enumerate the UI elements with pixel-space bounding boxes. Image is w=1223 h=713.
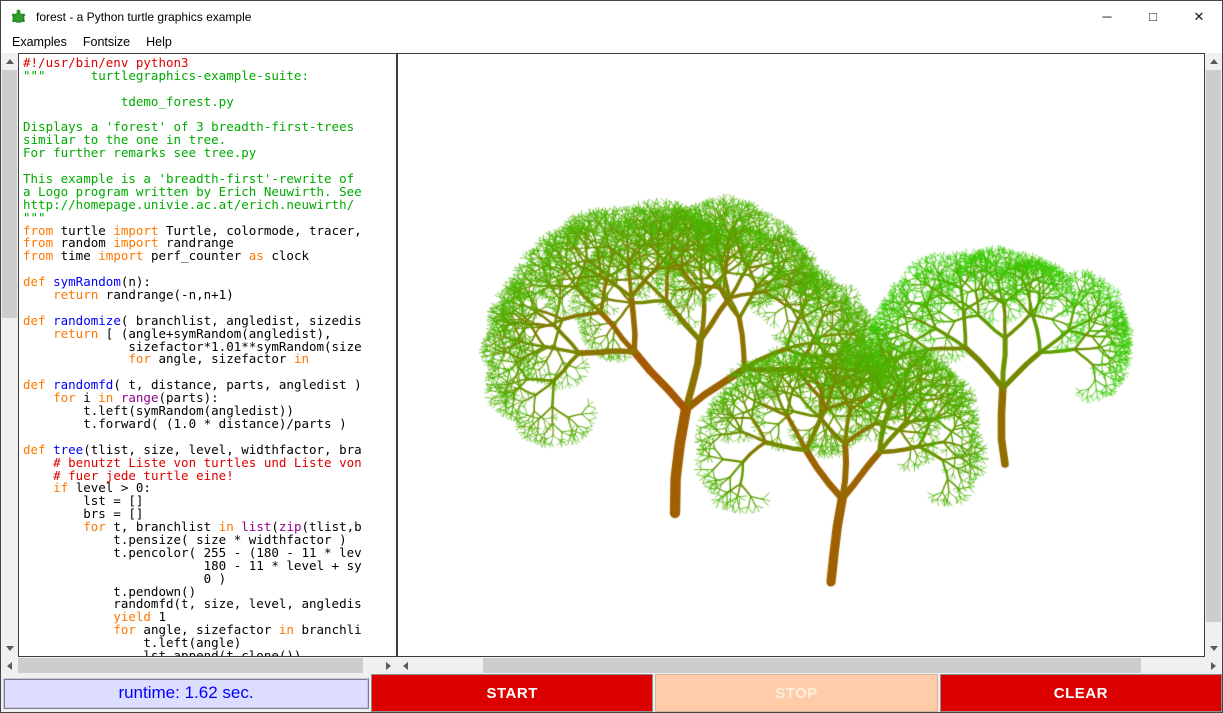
start-button[interactable]: START: [371, 674, 653, 712]
code-line: return randrange(-n,n+1): [23, 289, 396, 302]
code-area: #!/usr/bin/env python3""" turtlegraphics…: [23, 57, 396, 657]
code-line: tdemo_forest.py: [23, 96, 396, 109]
scroll-down-button[interactable]: [1, 640, 18, 657]
maximize-button[interactable]: □: [1130, 1, 1176, 32]
code-viewer[interactable]: #!/usr/bin/env python3""" turtlegraphics…: [18, 53, 397, 657]
action-buttons: STARTSTOPCLEAR: [369, 674, 1222, 712]
window-controls: ─ □ ✕: [1084, 1, 1222, 32]
code-line: from time import perf_counter as clock: [23, 250, 396, 263]
scroll-left-button[interactable]: [1, 657, 18, 674]
code-vscroll-thumb[interactable]: [2, 70, 17, 318]
main-area: #!/usr/bin/env python3""" turtlegraphics…: [1, 53, 1222, 657]
menu-item-help[interactable]: Help: [138, 33, 180, 52]
code-line: for angle, sizefactor in: [23, 353, 396, 366]
hscroll-row: [1, 657, 1222, 674]
stop-button[interactable]: STOP: [655, 674, 937, 712]
code-vertical-scrollbar[interactable]: [1, 53, 18, 657]
code-line: http://homepage.univie.ac.at/erich.neuwi…: [23, 199, 396, 212]
scroll-up-icon: [1210, 59, 1218, 64]
scroll-down-button[interactable]: [1205, 640, 1222, 657]
code-line: t.forward( (1.0 * distance)/parts ): [23, 418, 396, 431]
scroll-up-icon: [6, 59, 14, 64]
clear-button[interactable]: CLEAR: [940, 674, 1222, 712]
scroll-down-icon: [1210, 646, 1218, 651]
canvas-hscroll-thumb[interactable]: [483, 658, 1141, 673]
scroll-up-button[interactable]: [1, 53, 18, 70]
code-line: lst.append(t.clone()): [23, 650, 396, 657]
scroll-left-button[interactable]: [397, 657, 414, 674]
turtle-icon: [10, 8, 27, 25]
close-button[interactable]: ✕: [1176, 1, 1222, 32]
window-title: forest - a Python turtle graphics exampl…: [36, 10, 251, 24]
runtime-label: runtime: 1.62 sec.: [3, 678, 369, 709]
titlebar: forest - a Python turtle graphics exampl…: [1, 1, 1222, 32]
menu-item-fontsize[interactable]: Fontsize: [75, 33, 138, 52]
canvas-vscroll-thumb[interactable]: [1206, 70, 1221, 622]
scroll-down-icon: [6, 646, 14, 651]
app-window: forest - a Python turtle graphics exampl…: [0, 0, 1223, 713]
bottombar: runtime: 1.62 sec. STARTSTOPCLEAR: [1, 674, 1222, 712]
code-line: """ turtlegraphics-example-suite:: [23, 70, 396, 83]
scroll-up-button[interactable]: [1205, 53, 1222, 70]
code-horizontal-scrollbar[interactable]: [1, 657, 397, 674]
scroll-right-button[interactable]: [380, 657, 397, 674]
scroll-right-button[interactable]: [1205, 657, 1222, 674]
scroll-left-icon: [7, 662, 12, 670]
scroll-left-icon: [403, 662, 408, 670]
code-hscroll-thumb[interactable]: [18, 658, 363, 673]
scroll-right-icon: [1211, 662, 1216, 670]
menu-item-examples[interactable]: Examples: [4, 33, 75, 52]
code-line: For further remarks see tree.py: [23, 147, 396, 160]
canvas-horizontal-scrollbar[interactable]: [397, 657, 1222, 674]
turtle-canvas: [398, 54, 1204, 656]
scroll-right-icon: [386, 662, 391, 670]
code-pane: #!/usr/bin/env python3""" turtlegraphics…: [1, 53, 397, 657]
menubar: ExamplesFontsizeHelp: [1, 32, 1222, 53]
canvas-wrap: [397, 53, 1205, 657]
canvas-vertical-scrollbar[interactable]: [1205, 53, 1222, 657]
canvas-pane: [397, 53, 1222, 657]
minimize-button[interactable]: ─: [1084, 1, 1130, 32]
